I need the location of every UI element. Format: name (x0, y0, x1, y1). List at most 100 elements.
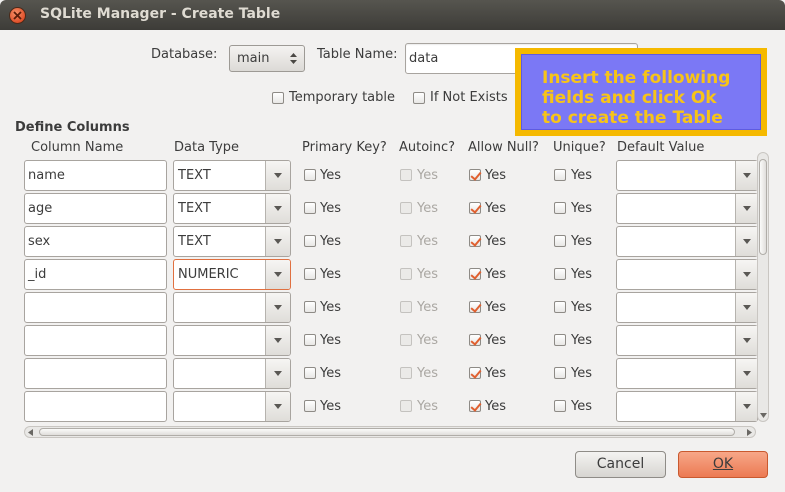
default-value-dropdown-button[interactable] (735, 227, 757, 256)
autoinc-yes-label: Yes (417, 300, 438, 315)
primary-key-checkbox[interactable] (304, 367, 316, 379)
default-value-dropdown-button[interactable] (735, 161, 757, 190)
primary-key-checkbox[interactable] (304, 400, 316, 412)
horizontal-scroll-thumb[interactable] (39, 428, 735, 436)
table-name-label: Table Name: (317, 47, 398, 62)
data-type-dropdown-button[interactable] (265, 392, 290, 421)
unique-checkbox[interactable] (554, 367, 566, 379)
data-type-dropdown-button[interactable] (265, 161, 290, 190)
default-value-dropdown-button[interactable] (735, 260, 757, 289)
autoinc-checkbox (400, 169, 412, 181)
column-name-input[interactable]: _id (24, 259, 167, 290)
primary-key-checkbox[interactable] (304, 301, 316, 313)
primary-key-checkbox[interactable] (304, 169, 316, 181)
primary-key-yes-label: Yes (320, 366, 341, 381)
column-name-input[interactable]: age (24, 193, 167, 224)
data-type-dropdown-button[interactable] (265, 260, 290, 289)
temporary-table-label: Temporary table (289, 90, 396, 105)
data-type-combo[interactable]: TEXT (173, 193, 291, 224)
scroll-down-arrow-icon[interactable] (760, 413, 767, 418)
column-name-input[interactable]: sex (24, 226, 167, 257)
allow-null-yes-label: Yes (485, 333, 506, 348)
column-row: Yes Yes Yes Yes (24, 356, 758, 389)
allow-null-checkbox[interactable] (469, 235, 481, 247)
column-row: Yes Yes Yes Yes (24, 290, 758, 323)
column-name-input[interactable] (24, 292, 167, 323)
unique-yes-label: Yes (571, 300, 592, 315)
data-type-combo[interactable] (173, 391, 291, 422)
data-type-combo[interactable] (173, 292, 291, 323)
default-value-combo[interactable] (616, 160, 758, 191)
ok-button[interactable]: OK (678, 451, 768, 478)
vertical-scroll-thumb[interactable] (759, 159, 767, 255)
data-type-dropdown-button[interactable] (265, 326, 290, 355)
unique-checkbox[interactable] (554, 169, 566, 181)
allow-null-checkbox[interactable] (469, 400, 481, 412)
primary-key-checkbox[interactable] (304, 202, 316, 214)
column-name-input[interactable] (24, 391, 167, 422)
data-type-value: TEXT (178, 168, 211, 183)
autoinc-checkbox (400, 400, 412, 412)
allow-null-checkbox[interactable] (469, 268, 481, 280)
vertical-scrollbar[interactable] (757, 152, 769, 422)
data-type-combo[interactable] (173, 358, 291, 389)
up-down-arrows-icon (290, 53, 297, 64)
temporary-table-checkbox[interactable] (272, 92, 284, 104)
data-type-dropdown-button[interactable] (265, 227, 290, 256)
default-value-combo[interactable] (616, 391, 758, 422)
default-value-combo[interactable] (616, 259, 758, 290)
unique-checkbox[interactable] (554, 202, 566, 214)
primary-key-checkbox[interactable] (304, 334, 316, 346)
database-select[interactable]: main (229, 45, 305, 72)
allow-null-checkbox[interactable] (469, 301, 481, 313)
data-type-dropdown-button[interactable] (265, 194, 290, 223)
autoinc-yes-label: Yes (417, 399, 438, 414)
column-name-input[interactable] (24, 358, 167, 389)
allow-null-checkbox[interactable] (469, 169, 481, 181)
allow-null-yes-label: Yes (485, 168, 506, 183)
data-type-combo[interactable] (173, 325, 291, 356)
default-value-dropdown-button[interactable] (735, 194, 757, 223)
cancel-button[interactable]: Cancel (575, 451, 666, 478)
default-value-combo[interactable] (616, 193, 758, 224)
data-type-dropdown-button[interactable] (265, 293, 290, 322)
data-type-dropdown-button[interactable] (265, 359, 290, 388)
unique-checkbox[interactable] (554, 268, 566, 280)
header-data-type: Data Type (174, 140, 240, 155)
default-value-combo[interactable] (616, 226, 758, 257)
default-value-combo[interactable] (616, 325, 758, 356)
close-window-button[interactable] (9, 7, 26, 24)
data-type-combo[interactable]: TEXT (173, 226, 291, 257)
default-value-dropdown-button[interactable] (735, 392, 757, 421)
chevron-down-icon (743, 371, 751, 376)
data-type-combo[interactable]: TEXT (173, 160, 291, 191)
allow-null-checkbox[interactable] (469, 367, 481, 379)
chevron-down-icon (274, 338, 282, 343)
unique-yes-label: Yes (571, 267, 592, 282)
if-not-exists-checkbox[interactable] (413, 92, 425, 104)
default-value-dropdown-button[interactable] (735, 293, 757, 322)
data-type-combo[interactable]: NUMERIC (173, 259, 291, 290)
unique-checkbox[interactable] (554, 235, 566, 247)
primary-key-checkbox[interactable] (304, 268, 316, 280)
allow-null-checkbox[interactable] (469, 334, 481, 346)
horizontal-scrollbar[interactable] (24, 426, 756, 438)
column-name-input[interactable] (24, 325, 167, 356)
allow-null-checkbox[interactable] (469, 202, 481, 214)
default-value-dropdown-button[interactable] (735, 326, 757, 355)
unique-checkbox[interactable] (554, 334, 566, 346)
autoinc-yes-label: Yes (417, 234, 438, 249)
allow-null-yes-label: Yes (485, 300, 506, 315)
unique-checkbox[interactable] (554, 400, 566, 412)
unique-checkbox[interactable] (554, 301, 566, 313)
define-columns-title: Define Columns (15, 120, 130, 135)
data-type-value: NUMERIC (178, 267, 239, 282)
primary-key-checkbox[interactable] (304, 235, 316, 247)
columns-grid: name TEXT Yes Yes Yes Yes age TEXT Yes Yes Yes Yes s… (24, 158, 758, 424)
scroll-right-arrow-icon[interactable] (747, 429, 752, 436)
column-name-input[interactable]: name (24, 160, 167, 191)
default-value-combo[interactable] (616, 358, 758, 389)
default-value-combo[interactable] (616, 292, 758, 323)
scroll-left-arrow-icon[interactable] (28, 429, 33, 436)
default-value-dropdown-button[interactable] (735, 359, 757, 388)
